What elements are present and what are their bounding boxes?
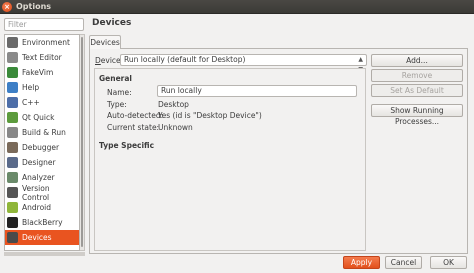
sidebar-item-text-editor[interactable]: Text Editor: [5, 50, 79, 65]
text-editor-icon: [7, 52, 18, 63]
show-running-processes-button[interactable]: Show Running Processes...: [371, 104, 463, 126]
build-run-icon: [7, 127, 18, 138]
remove-button[interactable]: Remove: [371, 69, 463, 82]
analyzer-icon: [7, 172, 18, 183]
sidebar-horizontal-scrollbar[interactable]: [4, 252, 85, 256]
name-label: Name:: [107, 88, 132, 97]
sidebar-item-label: Qt Quick: [22, 113, 55, 122]
name-field[interactable]: Run locally: [157, 85, 357, 97]
scrollbar-thumb[interactable]: [81, 37, 83, 247]
qt-quick-icon: [7, 112, 18, 123]
sidebar-item-build-run[interactable]: Build & Run: [5, 125, 79, 140]
sidebar-item-version-control[interactable]: Version Control: [5, 183, 79, 202]
version-control-icon: [7, 187, 18, 198]
sidebar-item-label: Analyzer: [22, 173, 55, 182]
title-bar: × Options: [0, 0, 474, 14]
device-select-value: Run locally (default for Desktop): [124, 55, 246, 64]
cpp-icon: [7, 97, 18, 108]
sidebar-item-c[interactable]: C++: [5, 95, 79, 110]
android-icon: [7, 202, 18, 213]
device-select[interactable]: Run locally (default for Desktop) ▲▼: [120, 54, 367, 73]
add-button[interactable]: Add...: [371, 54, 463, 67]
sidebar-item-label: C++: [22, 98, 40, 107]
sidebar-item-help[interactable]: Help: [5, 80, 79, 95]
fakevim-icon: [7, 67, 18, 78]
sidebar-item-label: Debugger: [22, 143, 60, 152]
sidebar-item-label: Devices: [22, 233, 52, 242]
sidebar-item-label: Version Control: [22, 183, 50, 202]
type-label: Type:: [107, 100, 127, 109]
sidebar-item-label: BlackBerry: [22, 218, 63, 227]
environment-icon: [7, 37, 18, 48]
apply-button[interactable]: Apply: [343, 256, 380, 269]
window-title: Options: [16, 2, 52, 11]
sidebar-item-label: Designer: [22, 158, 56, 167]
general-heading: General: [99, 74, 132, 83]
page-title: Devices: [92, 18, 132, 28]
sidebar-item-label: FakeVim: [22, 68, 54, 77]
category-list: Environment Text Editor FakeVim Help C++ Qt Q…: [4, 34, 80, 251]
filter-input[interactable]: Filter: [4, 18, 84, 31]
type-specific-heading: Type Specific: [99, 141, 155, 150]
type-value: Desktop: [158, 100, 189, 109]
sidebar-item-environment[interactable]: Environment: [5, 35, 79, 50]
devices-icon: [7, 232, 18, 243]
sidebar-item-devices[interactable]: Devices: [5, 230, 79, 245]
ok-button[interactable]: OK: [430, 256, 467, 269]
sidebar-item-designer[interactable]: Designer: [5, 155, 79, 170]
close-icon[interactable]: ×: [2, 2, 12, 12]
sidebar-item-qt-quick[interactable]: Qt Quick: [5, 110, 79, 125]
current-state-value: Unknown: [158, 123, 193, 132]
current-state-label: Current state:: [107, 123, 160, 132]
sidebar-item-label: Build & Run: [22, 128, 66, 137]
debugger-icon: [7, 142, 18, 153]
sidebar-item-blackberry[interactable]: BlackBerry: [5, 215, 79, 230]
set-as-default-button[interactable]: Set As Default: [371, 84, 463, 97]
blackberry-icon: [7, 217, 18, 228]
auto-detected-label: Auto-detected:: [107, 111, 164, 120]
device-label: Device:: [95, 56, 123, 65]
designer-icon: [7, 157, 18, 168]
sidebar-item-android[interactable]: Android: [5, 200, 79, 215]
sidebar-item-label: Environment: [22, 38, 70, 47]
sidebar-item-label: Help: [22, 83, 40, 92]
help-icon: [7, 82, 18, 93]
auto-detected-value: Yes (id is "Desktop Device"): [158, 111, 262, 120]
sidebar-item-debugger[interactable]: Debugger: [5, 140, 79, 155]
sidebar-item-fakevim[interactable]: FakeVim: [5, 65, 79, 80]
sidebar-item-label: Text Editor: [22, 53, 62, 62]
tab-devices[interactable]: Devices: [89, 35, 121, 49]
sidebar-scrollbar[interactable]: [80, 34, 85, 251]
cancel-button[interactable]: Cancel: [385, 256, 422, 269]
sidebar-item-label: Android: [22, 203, 51, 212]
